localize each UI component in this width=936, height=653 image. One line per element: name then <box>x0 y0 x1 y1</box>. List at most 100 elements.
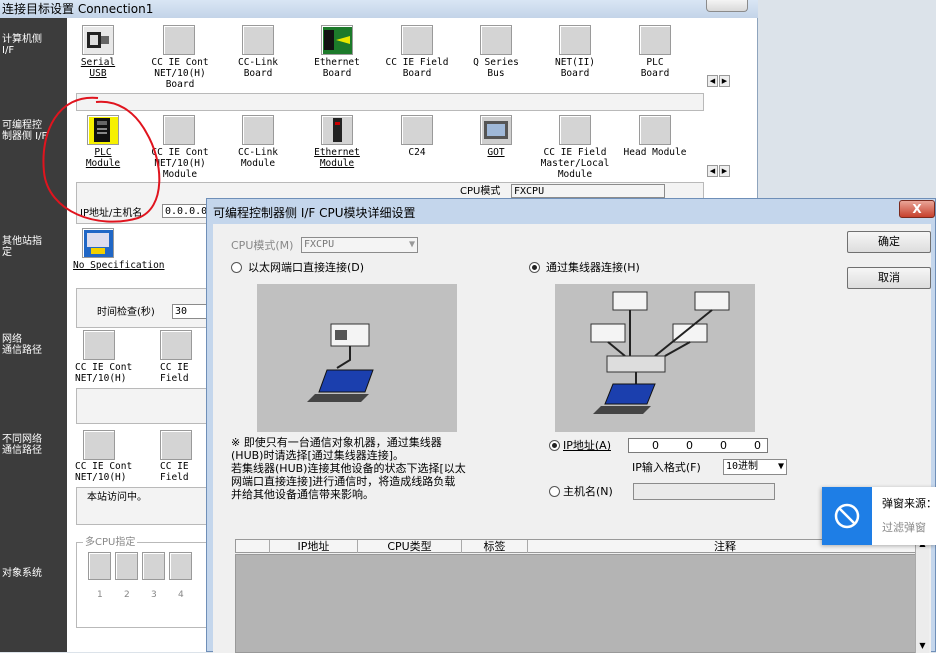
cpu-number-4: 4 <box>178 590 184 600</box>
pc-if-label: 计算机侧 I/F <box>2 34 42 56</box>
dialog-title: 可编程控制器侧 I/F CPU模块详细设置 <box>213 206 416 220</box>
serial-usb-label: Serial USB <box>80 57 116 79</box>
ethernet-module-label: Ethernet Module <box>314 147 360 169</box>
net-cc-ie-cont-icon[interactable] <box>83 330 115 360</box>
plc-scroll-left-icon[interactable]: ◀ <box>707 165 718 177</box>
network-route-label: 网络 通信路径 <box>2 334 42 356</box>
cpu-number-3: 3 <box>151 590 157 600</box>
cpu-table-header: IP地址 CPU类型 标签 注释 <box>235 539 921 553</box>
net-cc-ie-field-icon[interactable] <box>160 330 192 360</box>
plc-scroll-right-icon[interactable]: ▶ <box>719 165 730 177</box>
diff-cc-ie-cont-icon[interactable] <box>83 430 115 460</box>
cpu-table-body[interactable] <box>235 554 921 653</box>
popup-notification[interactable]: 弹窗来源： 过滤弹窗 <box>822 487 936 545</box>
direct-connect-radio[interactable] <box>231 262 242 273</box>
hostname-input[interactable] <box>633 483 775 500</box>
multi-cpu-label: 多CPU指定 <box>83 536 138 549</box>
dialog-close-button[interactable]: X <box>899 200 935 218</box>
toast-icon-box <box>822 487 872 545</box>
col-label-header[interactable]: 标签 <box>462 540 528 553</box>
ethernet-board-label: Ethernet Board <box>314 57 360 79</box>
c24-icon[interactable] <box>401 115 433 145</box>
cc-link-board-label: CC-Link Board <box>237 57 279 79</box>
diff-cc-ie-field-icon[interactable] <box>160 430 192 460</box>
cpu-mode-field[interactable]: FXCPU <box>511 184 665 198</box>
cpu-3-icon[interactable] <box>142 552 165 580</box>
ethernet-module-icon[interactable] <box>321 115 353 145</box>
hub-note-text: ※ 即使只有一台通信对象机器，通过集线器 (HUB)时请选择[通过集线器连接]。… <box>231 436 466 501</box>
pc-if-detail-panel[interactable] <box>76 93 704 111</box>
dropdown-arrow-icon: ▼ <box>777 461 784 472</box>
ip-octet-2: 0 <box>686 439 693 452</box>
ip-host-field[interactable]: 0.0.0.0 <box>162 204 210 218</box>
got-label: GOT <box>487 147 505 158</box>
net-ii-board-label: NET(II) Board <box>554 57 596 79</box>
net-cc-ie-field-label: CC IE Field <box>160 362 189 384</box>
cc-ie-cont-board-label: CC IE Cont NET/10(H) Board <box>151 57 209 90</box>
window-title: 连接目标设置 Connection1 <box>0 0 758 18</box>
dlg-cpu-mode-select[interactable]: FXCPU ▼ <box>301 237 418 253</box>
cpu-2-icon[interactable] <box>115 552 138 580</box>
scroll-down-icon[interactable]: ▼ <box>916 641 929 653</box>
no-specification-icon[interactable] <box>82 228 114 258</box>
net-ii-board-icon[interactable] <box>559 25 591 55</box>
toast-title: 弹窗来源： <box>882 497 936 510</box>
station-access-text: 本站访问中。 <box>87 492 147 503</box>
close-button[interactable] <box>706 0 748 12</box>
cpu-number-2: 2 <box>124 590 130 600</box>
ip-octet-4: 0 <box>754 439 761 452</box>
cc-link-module-label: CC-Link Module <box>237 147 279 169</box>
cc-ie-cont-board-icon[interactable] <box>163 25 195 55</box>
diff-cc-ie-field-label: CC IE Field <box>160 461 189 483</box>
net-cc-ie-cont-label: CC IE Cont NET/10(H) <box>75 362 133 384</box>
ip-address-input[interactable]: 0 0 0 0 <box>628 438 768 453</box>
time-check-field[interactable]: 30 <box>172 304 208 319</box>
ip-format-select[interactable]: 10进制 ▼ <box>723 459 787 475</box>
cc-ie-field-master-label: CC IE Field Master/Local Module <box>540 147 610 180</box>
row-selector-header <box>236 540 270 553</box>
cc-link-board-icon[interactable] <box>242 25 274 55</box>
serial-usb-icon[interactable] <box>82 25 114 55</box>
cpu-module-detail-dialog: 可编程控制器侧 I/F CPU模块详细设置 X CPU模式(M) FXCPU ▼… <box>206 198 936 653</box>
diff-cc-ie-cont-label: CC IE Cont NET/10(H) <box>75 461 133 483</box>
cc-ie-field-board-label: CC IE Field Board <box>385 57 449 79</box>
pc-scroll-right-icon[interactable]: ▶ <box>719 75 730 87</box>
cpu-1-icon[interactable] <box>88 552 111 580</box>
block-icon <box>834 503 860 529</box>
ethernet-board-icon[interactable] <box>321 25 353 55</box>
dlg-cpu-mode-value: FXCPU <box>304 239 335 250</box>
got-icon[interactable] <box>480 115 512 145</box>
cpu-number-1: 1 <box>97 590 103 600</box>
hostname-label: 主机名(N) <box>563 485 613 498</box>
ip-address-radio[interactable] <box>549 440 560 451</box>
cpu-4-icon[interactable] <box>169 552 192 580</box>
direct-connect-diagram <box>257 284 457 432</box>
direct-connect-label: 以太网端口直接连接(D) <box>248 261 365 274</box>
cancel-button[interactable]: 取消 <box>847 267 931 289</box>
cc-link-module-icon[interactable] <box>242 115 274 145</box>
table-scrollbar[interactable]: ▲ ▼ <box>915 539 929 653</box>
head-module-icon[interactable] <box>639 115 671 145</box>
q-series-bus-label: Q Series Bus <box>473 57 519 79</box>
network-route-panel <box>76 388 216 424</box>
hostname-radio[interactable] <box>549 486 560 497</box>
pc-scroll-left-icon[interactable]: ◀ <box>707 75 718 87</box>
cc-ie-field-master-icon[interactable] <box>559 115 591 145</box>
hub-connect-label: 通过集线器连接(H) <box>546 261 640 274</box>
col-cpu-type-header[interactable]: CPU类型 <box>358 540 462 553</box>
plc-board-label: PLC Board <box>640 57 670 79</box>
ip-format-label: IP输入格式(F) <box>632 461 701 474</box>
diff-network-label: 不同网络 通信路径 <box>2 434 42 456</box>
hub-connect-diagram <box>555 284 755 432</box>
c24-label: C24 <box>408 147 426 158</box>
hub-connect-radio[interactable] <box>529 262 540 273</box>
annotation-circle <box>42 96 161 223</box>
plc-board-icon[interactable] <box>639 25 671 55</box>
dialog-body: CPU模式(M) FXCPU ▼ 确定 取消 以太网端口直接连接(D) 通过集线… <box>213 224 931 653</box>
cc-ie-field-board-icon[interactable] <box>401 25 433 55</box>
q-series-bus-icon[interactable] <box>480 25 512 55</box>
dropdown-arrow-icon: ▼ <box>408 239 415 250</box>
col-ip-header[interactable]: IP地址 <box>270 540 358 553</box>
ip-octet-1: 0 <box>652 439 659 452</box>
ok-button[interactable]: 确定 <box>847 231 931 253</box>
